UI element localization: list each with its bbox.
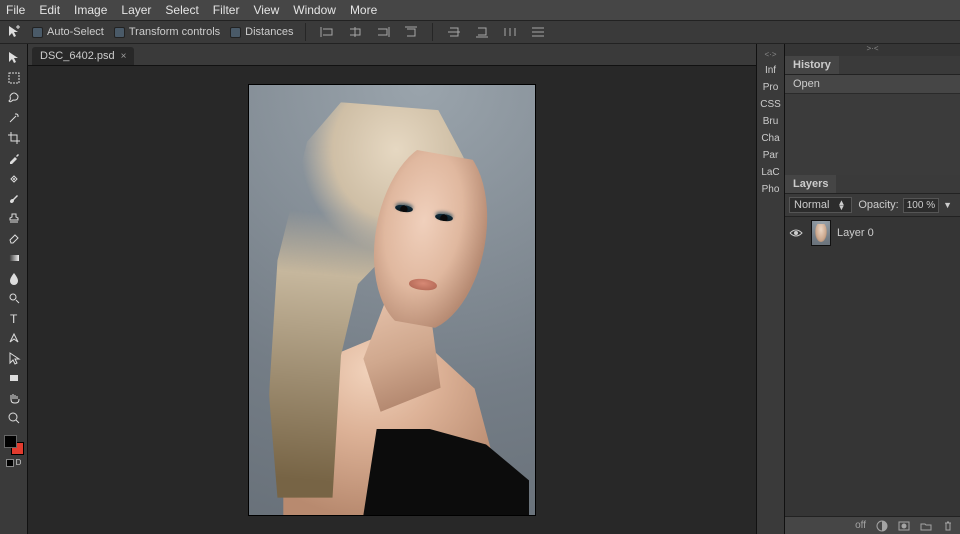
trash-icon[interactable] bbox=[942, 520, 954, 532]
distances-label: Distances bbox=[245, 26, 293, 38]
menu-view[interactable]: View bbox=[253, 3, 279, 17]
layers-footer: off bbox=[785, 516, 960, 534]
type-tool[interactable]: T bbox=[1, 308, 27, 328]
wand-tool[interactable] bbox=[1, 108, 27, 128]
canvas-area[interactable] bbox=[28, 66, 756, 534]
layer-name[interactable]: Layer 0 bbox=[837, 227, 874, 239]
collapsed-panels-strip: <·> Inf Pro CSS Bru Cha Par LaC Pho bbox=[756, 44, 784, 534]
opacity-label: Opacity: bbox=[858, 199, 898, 211]
layer-row[interactable]: Layer 0 bbox=[785, 217, 960, 249]
align-center-h-icon[interactable] bbox=[346, 23, 364, 41]
svg-text:T: T bbox=[10, 312, 18, 325]
layers-options: Normal ▲▼ Opacity: 100 % ▼ bbox=[785, 194, 960, 217]
blend-mode-select[interactable]: Normal ▲▼ bbox=[789, 197, 852, 213]
eyedropper-tool[interactable] bbox=[1, 148, 27, 168]
menu-filter[interactable]: Filter bbox=[213, 3, 240, 17]
shape-tool[interactable] bbox=[1, 368, 27, 388]
opacity-value[interactable]: 100 % bbox=[903, 198, 939, 213]
separator bbox=[305, 23, 306, 41]
crop-tool[interactable] bbox=[1, 128, 27, 148]
blend-mode-value: Normal bbox=[794, 199, 829, 211]
blur-tool[interactable] bbox=[1, 268, 27, 288]
document-tab-strip: DSC_6402.psd × bbox=[28, 44, 756, 66]
auto-select-label: Auto-Select bbox=[47, 26, 104, 38]
mini-panel-brush[interactable]: Bru bbox=[763, 116, 779, 127]
transform-controls-checkbox[interactable]: Transform controls bbox=[114, 26, 220, 38]
hand-tool[interactable] bbox=[1, 388, 27, 408]
zoom-tool[interactable] bbox=[1, 408, 27, 428]
portrait-clothing bbox=[363, 429, 529, 515]
toolbox: T D bbox=[0, 44, 28, 534]
align-left-icon[interactable] bbox=[318, 23, 336, 41]
eraser-tool[interactable] bbox=[1, 228, 27, 248]
menu-select[interactable]: Select bbox=[165, 3, 198, 17]
adjustment-icon[interactable] bbox=[876, 520, 888, 532]
default-colors-reset[interactable]: D bbox=[6, 458, 22, 467]
tab-layers[interactable]: Layers bbox=[785, 175, 836, 193]
mini-panel-character[interactable]: Cha bbox=[761, 133, 779, 144]
panel-grip-icon[interactable]: >·< bbox=[785, 44, 960, 56]
panel-grip-icon[interactable]: <·> bbox=[764, 50, 776, 59]
menu-file[interactable]: File bbox=[6, 3, 25, 17]
lasso-tool[interactable] bbox=[1, 88, 27, 108]
fx-off-label: off bbox=[855, 520, 866, 531]
transform-controls-label: Transform controls bbox=[129, 26, 220, 38]
align-middle-v-icon[interactable] bbox=[445, 23, 463, 41]
mini-panel-css[interactable]: CSS bbox=[760, 99, 781, 110]
menu-more[interactable]: More bbox=[350, 3, 377, 17]
pen-tool[interactable] bbox=[1, 328, 27, 348]
main-menu: File Edit Image Layer Select Filter View… bbox=[0, 0, 960, 20]
layer-thumbnail[interactable] bbox=[811, 220, 831, 246]
history-panel-tabs: Layers History bbox=[785, 56, 960, 75]
move-tool[interactable] bbox=[1, 48, 27, 68]
stamp-tool[interactable] bbox=[1, 208, 27, 228]
distribute-v-icon[interactable] bbox=[529, 23, 547, 41]
folder-icon[interactable] bbox=[920, 520, 932, 532]
align-right-icon[interactable] bbox=[374, 23, 392, 41]
mini-panel-photo[interactable]: Pho bbox=[762, 184, 780, 195]
dodge-tool[interactable] bbox=[1, 288, 27, 308]
checkbox-box-icon bbox=[32, 27, 43, 38]
up-down-arrows-icon: ▲▼ bbox=[837, 200, 845, 210]
eye-icon[interactable] bbox=[789, 228, 805, 238]
mini-panel-paragraph[interactable]: Par bbox=[763, 150, 779, 161]
auto-select-checkbox[interactable]: Auto-Select bbox=[32, 26, 104, 38]
separator bbox=[432, 23, 433, 41]
history-panel: Open bbox=[785, 75, 960, 175]
mini-panel-properties[interactable]: Pro bbox=[763, 82, 779, 93]
document-canvas[interactable] bbox=[249, 85, 535, 515]
mini-panel-layercomps[interactable]: LaC bbox=[761, 167, 779, 178]
checkbox-box-icon bbox=[230, 27, 241, 38]
brush-tool[interactable] bbox=[1, 188, 27, 208]
right-panels: >·< Layers History Open Layers Normal ▲▼… bbox=[784, 44, 960, 534]
mini-panel-info[interactable]: Inf bbox=[765, 65, 776, 76]
gradient-tool[interactable] bbox=[1, 248, 27, 268]
menu-image[interactable]: Image bbox=[74, 3, 107, 17]
layers-list: Layer 0 bbox=[785, 217, 960, 516]
fg-bg-color-swatch[interactable] bbox=[3, 434, 25, 456]
opacity-control[interactable]: Opacity: 100 % ▼ bbox=[858, 198, 952, 213]
menu-window[interactable]: Window bbox=[293, 3, 336, 17]
tab-history[interactable]: History bbox=[785, 56, 839, 74]
marquee-tool[interactable] bbox=[1, 68, 27, 88]
document-tab[interactable]: DSC_6402.psd × bbox=[32, 47, 134, 65]
layers-panel-tabs: Layers bbox=[785, 175, 960, 194]
align-bottom-icon[interactable] bbox=[473, 23, 491, 41]
history-entry[interactable]: Open bbox=[785, 75, 960, 94]
menu-layer[interactable]: Layer bbox=[121, 3, 151, 17]
checkbox-box-icon bbox=[114, 27, 125, 38]
close-icon[interactable]: × bbox=[121, 51, 127, 62]
distribute-h-icon[interactable] bbox=[501, 23, 519, 41]
chevron-down-icon[interactable]: ▼ bbox=[943, 200, 952, 210]
move-tool-indicator-icon bbox=[6, 24, 22, 40]
align-top-icon[interactable] bbox=[402, 23, 420, 41]
menu-edit[interactable]: Edit bbox=[39, 3, 60, 17]
options-bar: Auto-Select Transform controls Distances bbox=[0, 20, 960, 44]
mask-icon[interactable] bbox=[898, 520, 910, 532]
path-select-tool[interactable] bbox=[1, 348, 27, 368]
document-tab-label: DSC_6402.psd bbox=[40, 50, 115, 62]
heal-tool[interactable] bbox=[1, 168, 27, 188]
foreground-color-swatch[interactable] bbox=[4, 435, 17, 448]
distances-checkbox[interactable]: Distances bbox=[230, 26, 293, 38]
